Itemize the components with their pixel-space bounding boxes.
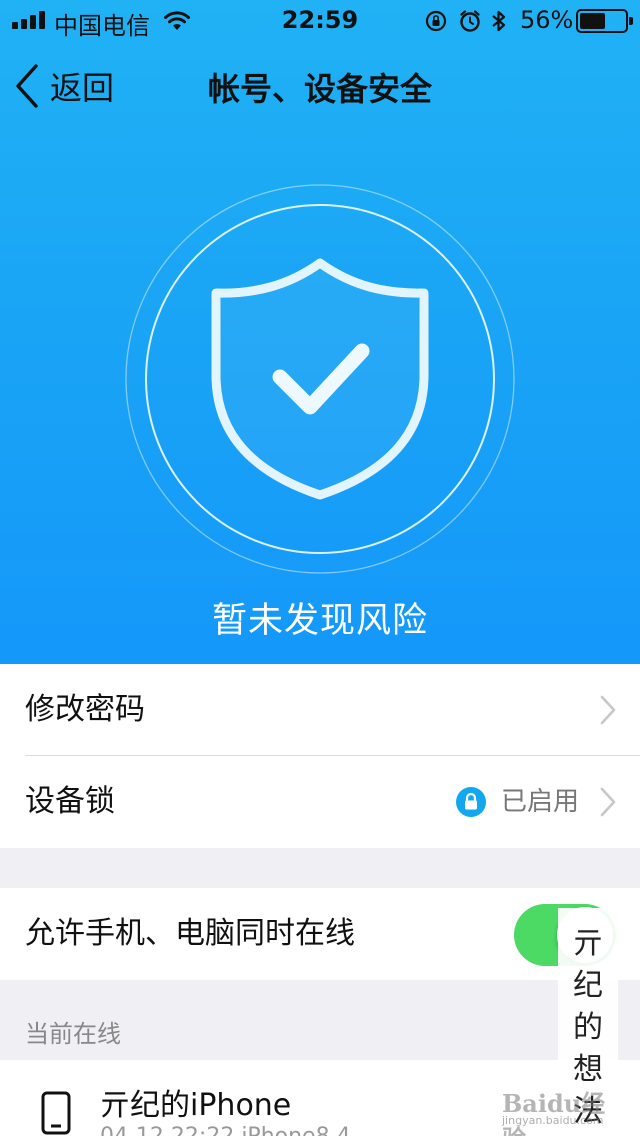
device-meta: 04-12 22:22 iPhone8,4: [100, 1124, 351, 1136]
alarm-icon: [460, 10, 480, 32]
chevron-right-icon: [600, 695, 616, 725]
change-password-row[interactable]: 修改密码: [0, 664, 640, 756]
phone-icon: [41, 1091, 71, 1135]
bluetooth-icon: [492, 10, 506, 32]
battery-icon: [576, 9, 633, 33]
device-lock-label: 设备锁: [25, 784, 115, 819]
watermark-char: 亓: [573, 926, 603, 961]
nav-bar: 返回 帐号、设备安全: [0, 56, 640, 116]
battery-percent: 56%: [520, 6, 574, 34]
chevron-right-icon: [600, 787, 616, 817]
simultaneous-online-row: 允许手机、电脑同时在线: [0, 888, 640, 980]
simultaneous-online-label: 允许手机、电脑同时在线: [25, 916, 355, 951]
security-hero: 中国电信 22:59 56% 返回 帐号、设备安全 暂未发现风险: [0, 0, 640, 664]
device-lock-status: 已启用: [500, 787, 579, 817]
shield-check-icon: [124, 183, 516, 575]
baidu-logo-url: jingyan.baidu.com: [502, 1114, 604, 1127]
baidu-logo: Baidu经验 jingyan.baidu.com: [498, 1076, 618, 1136]
page-title: 帐号、设备安全: [207, 70, 432, 108]
watermark-char: 纪: [573, 968, 603, 1003]
rotation-lock-icon: [425, 10, 447, 32]
security-status-text: 暂未发现风险: [211, 601, 428, 641]
lock-icon: [456, 787, 486, 817]
section-title-current-online: 当前在线: [25, 1020, 121, 1048]
change-password-label: 修改密码: [25, 692, 145, 727]
watermark-char: 的: [573, 1010, 603, 1045]
battery-fill: [580, 13, 605, 29]
device-lock-row[interactable]: 设备锁 已启用: [0, 756, 640, 848]
status-bar: 中国电信 22:59 56%: [0, 0, 640, 40]
device-name: 亓纪的iPhone: [100, 1088, 292, 1123]
baidu-logo-text: Baidu经验: [502, 1089, 606, 1136]
